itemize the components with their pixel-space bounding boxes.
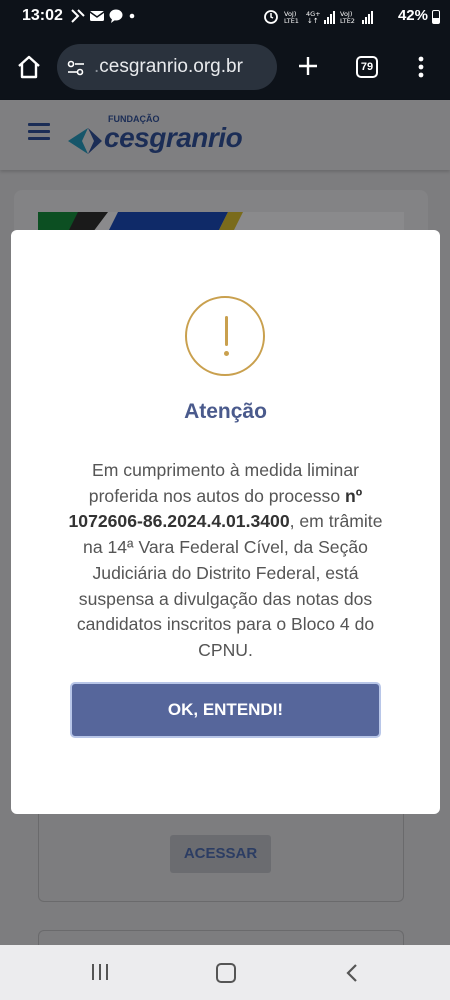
back-icon[interactable] [345,963,359,983]
modal-title: Atenção [184,400,267,423]
status-bar: 13:02 VoJ) LTE1 4G+ ↓↑ VoJ) LTE2 42% [0,0,450,34]
signal-icons-svg: VoJ) LTE1 4G+ ↓↑ VoJ) LTE2 [264,10,373,25]
battery-percent: 42% [397,7,428,24]
alert-modal: Atenção Em cumprimento à medida liminar … [11,230,440,814]
status-time: 13:02 [22,7,63,24]
notification-icons-svg [71,9,135,23]
cesgranrio-logo[interactable]: FUNDAÇÃO cesgranrio [68,112,268,160]
address-bar[interactable]: .cesgranrio.org.br [57,44,277,90]
new-tab-icon[interactable] [296,54,320,78]
home-nav-icon[interactable] [216,963,236,983]
url-domain: cesgranrio.org.br [99,56,243,77]
svg-text:LTE1: LTE1 [284,17,299,25]
acessar-button[interactable]: ACESSAR [170,835,271,873]
message-text-2: , em trâmite na 14ª Vara Federal Cível, … [76,511,383,660]
notification-icons [70,8,140,27]
logo-arrow-icon [68,128,102,154]
system-navigation-bar [0,945,450,1000]
modal-message: Em cumprimento à medida liminar proferid… [59,458,392,664]
battery-icon [432,10,440,24]
message-text-1: Em cumprimento à medida liminar proferid… [88,460,359,506]
site-settings-icon[interactable] [66,58,86,78]
hamburger-menu-icon[interactable] [28,123,50,141]
warning-icon [185,296,265,376]
svg-text:↓↑: ↓↑ [307,17,319,25]
banner-strip [38,212,404,232]
home-icon[interactable] [16,54,42,80]
svg-text:LTE2: LTE2 [340,17,355,25]
logo-text: cesgranrio [104,122,243,153]
more-menu-icon[interactable] [418,55,424,79]
ok-understood-button[interactable]: OK, ENTENDI! [70,682,381,738]
url-text: .cesgranrio.org.br [94,56,243,77]
browser-toolbar: .cesgranrio.org.br 79 [0,34,450,100]
tab-switcher-button[interactable]: 79 [356,56,378,78]
recent-apps-icon[interactable] [90,963,110,981]
signal-icons: VoJ) LTE1 4G+ ↓↑ VoJ) LTE2 [264,8,384,29]
site-header: FUNDAÇÃO cesgranrio [0,100,450,170]
